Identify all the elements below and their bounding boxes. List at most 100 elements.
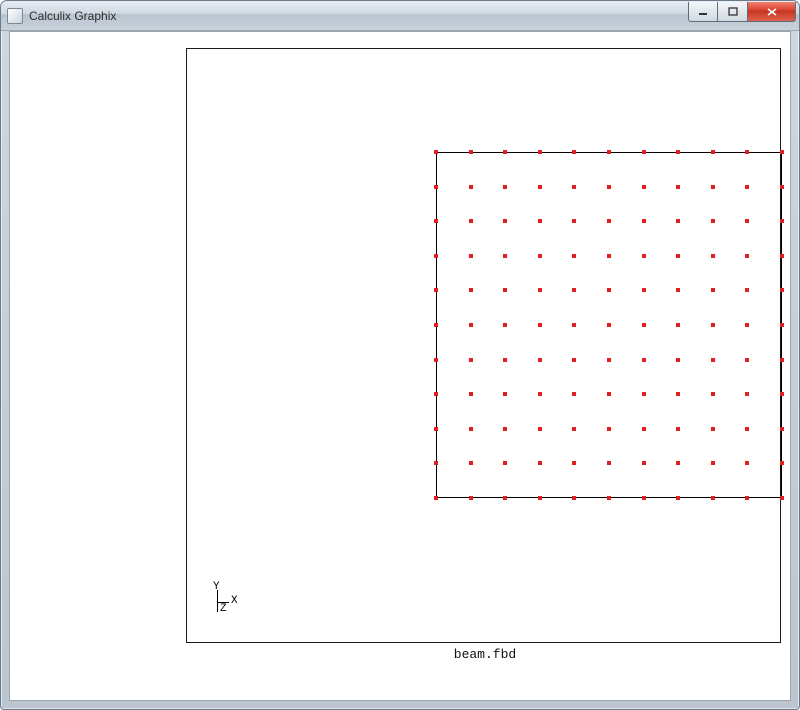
mesh-node [572, 358, 576, 362]
mesh-node [503, 392, 507, 396]
mesh-node [572, 150, 576, 154]
window-controls [688, 1, 796, 23]
mesh-node [572, 496, 576, 500]
mesh-node [503, 496, 507, 500]
mesh-node [469, 150, 473, 154]
axis-z-label: Z [220, 604, 227, 615]
mesh-node [503, 358, 507, 362]
mesh-node [711, 185, 715, 189]
mesh-node [711, 288, 715, 292]
mesh-node [676, 496, 680, 500]
mesh-node [676, 323, 680, 327]
mesh-node [711, 219, 715, 223]
mesh-node [711, 150, 715, 154]
mesh-node [745, 461, 749, 465]
mesh-node [469, 427, 473, 431]
mesh-node [503, 323, 507, 327]
mesh-node [607, 254, 611, 258]
close-button[interactable] [748, 2, 796, 22]
mesh-node [607, 185, 611, 189]
mesh-node [780, 219, 784, 223]
minimize-button[interactable] [688, 2, 718, 22]
mesh-node [745, 323, 749, 327]
mesh-node [780, 150, 784, 154]
viewport-canvas[interactable]: X Y Z [186, 48, 781, 643]
titlebar[interactable]: Calculix Graphix [1, 1, 799, 31]
mesh-node [745, 427, 749, 431]
mesh-node [780, 461, 784, 465]
mesh-node [469, 392, 473, 396]
mesh-node [503, 288, 507, 292]
mesh-node [780, 323, 784, 327]
filename-label: beam.fbd [10, 648, 790, 661]
mesh-node [503, 461, 507, 465]
mesh-node [469, 496, 473, 500]
mesh-node [711, 496, 715, 500]
mesh-node [745, 219, 749, 223]
mesh-node [538, 427, 542, 431]
mesh-node [538, 358, 542, 362]
mesh-node [607, 358, 611, 362]
mesh-node [434, 288, 438, 292]
mesh-node [642, 288, 646, 292]
mesh-node [676, 254, 680, 258]
mesh-node [642, 496, 646, 500]
mesh-node [676, 185, 680, 189]
mesh-node [434, 185, 438, 189]
mesh-node [434, 219, 438, 223]
mesh-node [607, 461, 611, 465]
mesh-node [642, 219, 646, 223]
client-area: X Y Z beam.fbd [9, 31, 791, 701]
mesh-node [676, 219, 680, 223]
mesh-node [780, 392, 784, 396]
axis-y-label: Y [213, 582, 220, 593]
mesh-node [572, 254, 576, 258]
mesh-node [607, 219, 611, 223]
mesh-node [572, 185, 576, 189]
mesh-node [676, 461, 680, 465]
mesh-node [434, 150, 438, 154]
mesh-node [780, 358, 784, 362]
mesh-node [503, 427, 507, 431]
mesh-node [434, 496, 438, 500]
mesh-node [676, 288, 680, 292]
mesh-node [469, 185, 473, 189]
mesh-node [780, 185, 784, 189]
mesh-node [607, 288, 611, 292]
window-title: Calculix Graphix [29, 9, 116, 23]
mesh-node [572, 392, 576, 396]
mesh-node [572, 323, 576, 327]
mesh-node [642, 358, 646, 362]
mesh-node [469, 358, 473, 362]
mesh-node [745, 185, 749, 189]
mesh-node [503, 254, 507, 258]
mesh-node [780, 288, 784, 292]
mesh-node [642, 323, 646, 327]
mesh-node [780, 427, 784, 431]
mesh-node [538, 496, 542, 500]
mesh-node [711, 461, 715, 465]
mesh-node [538, 254, 542, 258]
mesh-node [676, 150, 680, 154]
maximize-button[interactable] [718, 2, 748, 22]
mesh-node [538, 185, 542, 189]
mesh-node [711, 392, 715, 396]
mesh-node [780, 254, 784, 258]
mesh-node [676, 358, 680, 362]
app-window: Calculix Graphix [0, 0, 800, 710]
mesh-node [642, 150, 646, 154]
mesh-node [607, 427, 611, 431]
mesh-node [538, 288, 542, 292]
mesh-node [642, 254, 646, 258]
mesh-node [434, 461, 438, 465]
mesh-node [711, 254, 715, 258]
mesh-node [642, 392, 646, 396]
mesh-node [469, 254, 473, 258]
mesh-node [745, 288, 749, 292]
mesh-node [607, 323, 611, 327]
mesh-node [572, 288, 576, 292]
mesh-node [469, 323, 473, 327]
mesh-node [572, 219, 576, 223]
mesh-node [745, 392, 749, 396]
mesh-node [572, 427, 576, 431]
